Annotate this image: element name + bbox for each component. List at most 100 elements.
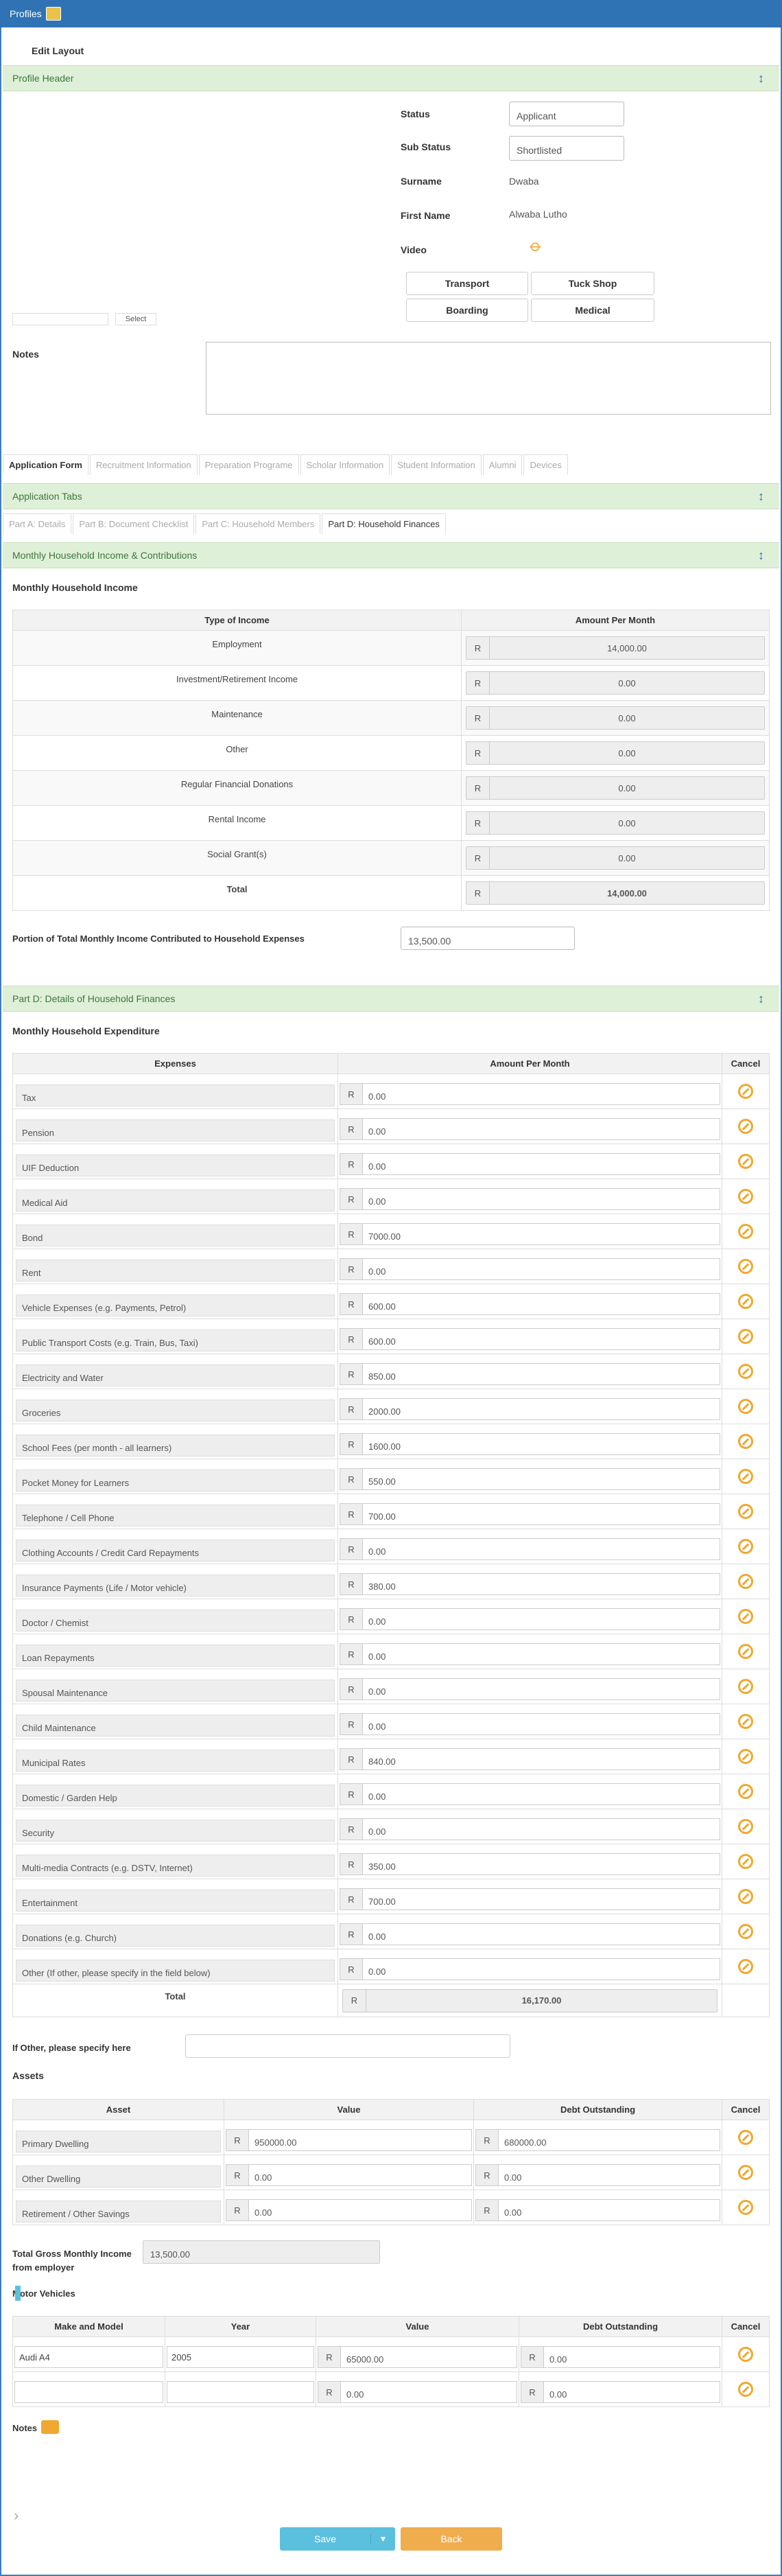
chevron-down-icon[interactable]: ▼ — [370, 2534, 395, 2544]
asset-value-field[interactable]: R 0.00 — [226, 2199, 472, 2221]
tuck-shop-button[interactable]: Tuck Shop — [531, 272, 654, 295]
cancel-icon[interactable] — [738, 1924, 753, 1939]
cancel-icon[interactable] — [738, 1959, 753, 1974]
collapse-icon[interactable]: ↕ — [758, 548, 764, 563]
vehicle-value[interactable]: 0.00 — [341, 2381, 517, 2403]
expense-value[interactable]: 0.00 — [363, 1083, 720, 1105]
expense-value[interactable]: 2000.00 — [363, 1398, 720, 1420]
expense-value[interactable]: 350.00 — [363, 1853, 720, 1875]
other-input[interactable] — [185, 2034, 510, 2058]
asset-debt-field[interactable]: R 680000.00 — [475, 2129, 720, 2151]
expense-amount-field[interactable]: R 1600.00 — [340, 1433, 720, 1455]
cancel-icon[interactable] — [738, 1434, 753, 1449]
expense-amount-field[interactable]: R 0.00 — [340, 1608, 720, 1630]
vehicle-value-field[interactable]: R 65000.00 — [318, 2346, 517, 2368]
asset-value-field[interactable]: R 950000.00 — [226, 2129, 472, 2151]
vehicle-debt[interactable]: 0.00 — [544, 2346, 720, 2368]
expense-value[interactable]: 850.00 — [363, 1363, 720, 1385]
profile-header-panel[interactable]: Profile Header ↕ — [3, 65, 779, 91]
asset-debt[interactable]: 0.00 — [499, 2199, 720, 2221]
cancel-icon[interactable] — [738, 1819, 753, 1834]
cancel-icon[interactable] — [738, 1364, 753, 1379]
vehicle-make-input[interactable]: Audi A4 — [14, 2346, 163, 2368]
expense-value[interactable]: 840.00 — [363, 1748, 720, 1770]
expense-amount-field[interactable]: R 700.00 — [340, 1888, 720, 1910]
asset-value[interactable]: 0.00 — [249, 2199, 472, 2221]
cancel-icon[interactable] — [738, 1889, 753, 1904]
expense-amount-field[interactable]: R 7000.00 — [340, 1223, 720, 1245]
tab-part-b[interactable]: Part B: Document Checklist — [73, 513, 195, 534]
expense-value[interactable]: 0.00 — [363, 1258, 720, 1280]
expense-value[interactable]: 0.00 — [363, 1118, 720, 1140]
expense-amount-field[interactable]: R 0.00 — [340, 1958, 720, 1980]
asset-value[interactable]: 0.00 — [249, 2164, 472, 2186]
asset-debt-field[interactable]: R 0.00 — [475, 2199, 720, 2221]
vehicle-value[interactable]: 65000.00 — [341, 2346, 517, 2368]
select-button[interactable]: Select — [115, 313, 156, 325]
expense-amount-field[interactable]: R 2000.00 — [340, 1398, 720, 1420]
tab-application-form[interactable]: Application Form — [3, 454, 88, 475]
expense-amount-field[interactable]: R 0.00 — [340, 1153, 720, 1175]
cancel-icon[interactable] — [738, 1224, 753, 1239]
edit-layout-link[interactable]: Edit Layout — [32, 45, 84, 56]
expense-amount-field[interactable]: R 550.00 — [340, 1468, 720, 1490]
expense-value[interactable]: 700.00 — [363, 1503, 720, 1525]
expense-value[interactable]: 380.00 — [363, 1573, 720, 1595]
expense-amount-field[interactable]: R 0.00 — [340, 1643, 720, 1665]
asset-debt[interactable]: 0.00 — [499, 2164, 720, 2186]
back-button[interactable]: Back — [401, 2527, 502, 2551]
vehicle-debt-field[interactable]: R 0.00 — [521, 2381, 720, 2403]
file-input[interactable] — [12, 313, 108, 325]
tab-part-d[interactable]: Part D: Household Finances — [322, 513, 446, 534]
expense-amount-field[interactable]: R 0.00 — [340, 1783, 720, 1805]
expense-amount-field[interactable]: R 0.00 — [340, 1538, 720, 1560]
expense-value[interactable]: 1600.00 — [363, 1433, 720, 1455]
cancel-icon[interactable] — [738, 1504, 753, 1519]
asset-debt[interactable]: 680000.00 — [499, 2129, 720, 2151]
tab-recruitment[interactable]: Recruitment Information — [89, 454, 198, 475]
cancel-icon[interactable] — [738, 1854, 753, 1869]
expense-value[interactable]: 0.00 — [363, 1188, 720, 1210]
expense-amount-field[interactable]: R 850.00 — [340, 1363, 720, 1385]
expense-amount-field[interactable]: R 0.00 — [340, 1818, 720, 1840]
notes-textarea[interactable] — [206, 342, 771, 415]
vehicle-year-input[interactable] — [167, 2381, 314, 2403]
cancel-icon[interactable] — [738, 1714, 753, 1729]
expense-amount-field[interactable]: R 0.00 — [340, 1258, 720, 1280]
cancel-icon[interactable] — [738, 2347, 753, 2362]
expense-value[interactable]: 0.00 — [363, 1818, 720, 1840]
collapse-icon[interactable]: ↕ — [758, 489, 764, 504]
expense-value[interactable]: 550.00 — [363, 1468, 720, 1490]
vehicle-make-input[interactable] — [14, 2381, 163, 2403]
cancel-icon[interactable] — [738, 1189, 753, 1204]
expense-amount-field[interactable]: R 700.00 — [340, 1503, 720, 1525]
income-panel[interactable]: Monthly Household Income & Contributions… — [3, 542, 779, 568]
expense-amount-field[interactable]: R 600.00 — [340, 1328, 720, 1350]
expense-value[interactable]: 600.00 — [363, 1293, 720, 1315]
tab-student[interactable]: Student Information — [391, 454, 482, 475]
cancel-icon[interactable] — [738, 1609, 753, 1624]
cancel-icon[interactable] — [738, 2200, 753, 2215]
add-vehicle-icon[interactable] — [15, 2286, 21, 2301]
expense-amount-field[interactable]: R 350.00 — [340, 1853, 720, 1875]
vehicle-year-input[interactable]: 2005 — [167, 2346, 314, 2368]
expense-value[interactable]: 0.00 — [363, 1678, 720, 1700]
cancel-icon[interactable] — [738, 1644, 753, 1659]
vehicle-value-field[interactable]: R 0.00 — [318, 2381, 517, 2403]
boarding-button[interactable]: Boarding — [406, 299, 528, 322]
portion-field[interactable]: 13,500.00 — [401, 927, 575, 950]
cancel-icon[interactable] — [738, 1259, 753, 1274]
cancel-icon[interactable] — [738, 2130, 753, 2145]
expense-amount-field[interactable]: R 600.00 — [340, 1293, 720, 1315]
expense-value[interactable]: 700.00 — [363, 1888, 720, 1910]
cancel-icon[interactable] — [738, 1679, 753, 1694]
expense-value[interactable]: 0.00 — [363, 1713, 720, 1735]
asset-value-field[interactable]: R 0.00 — [226, 2164, 472, 2186]
cancel-icon[interactable] — [738, 1119, 753, 1134]
save-button[interactable]: Save ▼ — [280, 2527, 395, 2551]
expense-value[interactable]: 0.00 — [363, 1608, 720, 1630]
cancel-icon[interactable] — [738, 1749, 753, 1764]
briefcase-icon[interactable] — [41, 2420, 59, 2434]
asset-debt-field[interactable]: R 0.00 — [475, 2164, 720, 2186]
cancel-icon[interactable] — [738, 2165, 753, 2180]
